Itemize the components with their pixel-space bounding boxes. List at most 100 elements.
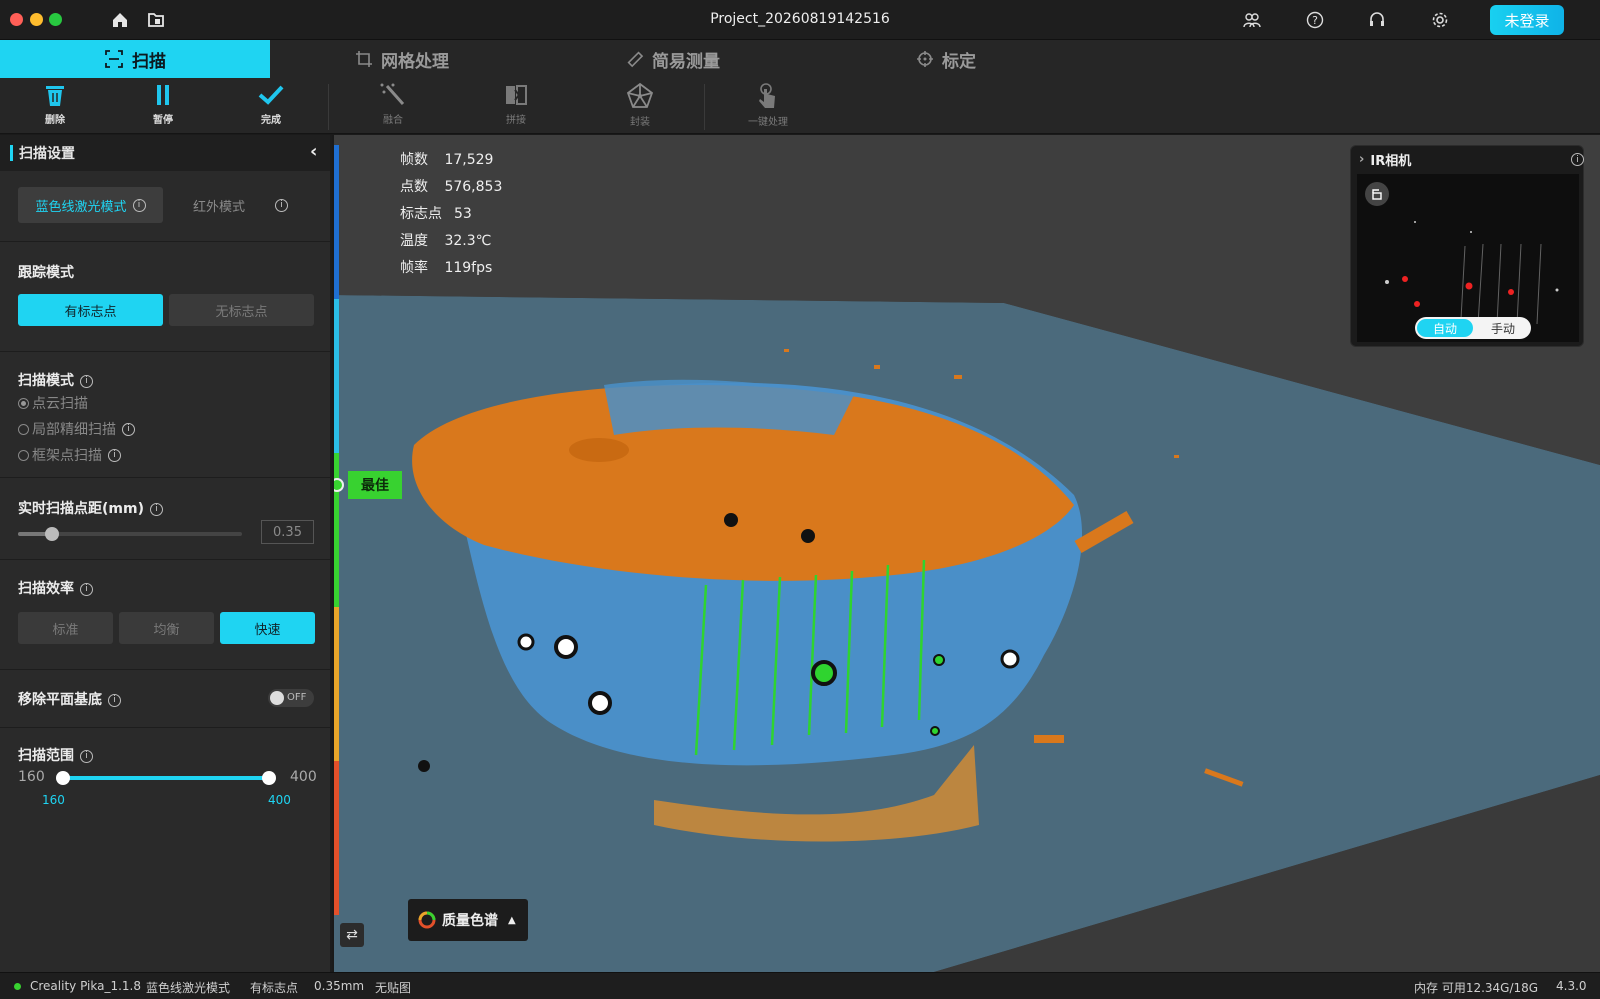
tab-measure-label: 简易测量 xyxy=(652,51,720,72)
ir-camera-feed: 自动 手动 xyxy=(1357,174,1579,342)
stat-frames-value: 17,529 xyxy=(444,152,494,168)
range-slider-track[interactable] xyxy=(62,776,270,780)
swap-arrows-icon: ⇄ xyxy=(346,927,358,943)
stat-temperature: 温度 32.3℃ xyxy=(400,228,502,255)
info-icon[interactable]: i xyxy=(149,502,163,516)
efficiency-balanced-button[interactable]: 均衡 xyxy=(119,612,214,644)
ruler-icon xyxy=(627,51,644,68)
point-distance-input[interactable]: 0.35 xyxy=(261,520,314,544)
efficiency-standard-button[interactable]: 标准 xyxy=(18,612,113,644)
info-icon[interactable]: i xyxy=(1571,153,1584,166)
stat-temperature-key: 温度 xyxy=(400,233,428,249)
tab-calibration-label: 标定 xyxy=(942,51,976,72)
info-icon[interactable]: i xyxy=(80,582,93,596)
info-icon[interactable]: i xyxy=(275,198,288,212)
stat-markers: 标志点 53 xyxy=(400,201,502,228)
encapsulate-label: 封装 xyxy=(630,117,650,128)
tracking-with-markers-button[interactable]: 有标志点 xyxy=(18,294,163,326)
info-icon[interactable]: i xyxy=(132,198,146,212)
radio-local-fine[interactable]: 局部精细扫描 i xyxy=(18,419,135,439)
ir-exposure-switch[interactable]: 自动 手动 xyxy=(1415,317,1531,339)
radio-dot xyxy=(18,397,29,409)
info-icon[interactable]: i xyxy=(122,422,135,436)
infrared-mode-label: 红外模式 xyxy=(192,199,245,215)
info-icon[interactable]: i xyxy=(80,374,93,388)
login-button[interactable]: 未登录 xyxy=(1490,5,1564,35)
panel-header: 扫描设置 ‹ xyxy=(0,135,330,171)
trash-icon xyxy=(46,86,64,106)
collapse-chevron-icon[interactable]: ‹ xyxy=(310,141,317,162)
tracking-without-markers-button[interactable]: 无标志点 xyxy=(169,294,314,326)
toolbar: 删除 暂停 完成 融合 拼接 封装 一键处理 xyxy=(0,78,1600,134)
stitch-label: 拼接 xyxy=(506,115,526,126)
radio-point-cloud[interactable]: 点云扫描 xyxy=(18,393,88,413)
info-icon[interactable]: i xyxy=(108,693,121,707)
toolbar-divider xyxy=(704,84,705,130)
ir-camera-header[interactable]: › IR相机 i xyxy=(1351,146,1584,172)
tab-mesh-processing[interactable]: 网格处理 xyxy=(355,40,449,78)
info-icon[interactable]: i xyxy=(80,749,93,763)
radio-dot xyxy=(18,449,29,461)
connection-status-dot xyxy=(14,983,21,990)
3d-viewport[interactable]: 最佳 帧数 17,529 点数 576,853 标志点 53 温度 32.3℃ 帧… xyxy=(334,135,1600,972)
expand-chevron-icon[interactable]: › xyxy=(1359,152,1364,167)
tab-scan[interactable]: 扫描 xyxy=(0,40,270,78)
radio-point-cloud-label: 点云扫描 xyxy=(32,396,88,412)
stitch-icon xyxy=(506,85,527,105)
stat-framerate: 帧率 119fps xyxy=(400,255,502,282)
point-distance-slider[interactable] xyxy=(18,527,242,541)
checkmark-icon xyxy=(258,85,284,105)
pause-button[interactable]: 暂停 xyxy=(128,82,198,132)
panel-title: 扫描设置 xyxy=(19,146,75,162)
tab-scan-label: 扫描 xyxy=(132,51,166,72)
toggle-knob xyxy=(270,691,284,705)
headset-icon[interactable] xyxy=(1367,10,1387,30)
one-click-process-button[interactable]: 一键处理 xyxy=(733,82,803,132)
ir-auto-option[interactable]: 自动 xyxy=(1417,319,1473,337)
tab-calibration[interactable]: 标定 xyxy=(916,40,976,78)
crosshair-icon xyxy=(917,51,933,67)
finish-button[interactable]: 完成 xyxy=(236,82,306,132)
scan-range-section: 扫描范围 i 160 400 160 400 xyxy=(0,727,330,837)
status-distance: 0.35mm xyxy=(314,979,365,993)
quality-best-tag: 最佳 xyxy=(348,471,402,499)
radio-frame-point[interactable]: 框架点扫描 i xyxy=(18,445,121,465)
toolbar-divider xyxy=(328,84,329,130)
delete-button[interactable]: 删除 xyxy=(20,82,90,132)
stitch-button[interactable]: 拼接 xyxy=(481,82,551,132)
status-bar: Creality Pika_1.1.8 蓝色线激光模式 有标志点 0.35mm … xyxy=(0,972,1600,999)
crop-icon xyxy=(356,51,372,67)
point-distance-title: 实时扫描点距(mm) i xyxy=(18,498,163,518)
top-boss xyxy=(569,438,629,462)
fuse-label: 融合 xyxy=(383,115,403,126)
status-texture: 无贴图 xyxy=(375,981,412,995)
help-icon[interactable]: ? xyxy=(1305,10,1325,30)
efficiency-section: 扫描效率 i 标准 均衡 快速 xyxy=(0,559,330,669)
radio-local-fine-label: 局部精细扫描 xyxy=(32,422,116,438)
swap-view-button[interactable]: ⇄ xyxy=(340,923,364,947)
range-low-handle[interactable] xyxy=(56,771,70,785)
point-distance-slider-handle[interactable] xyxy=(44,527,59,541)
ir-manual-option[interactable]: 手动 xyxy=(1475,317,1531,339)
remove-base-toggle[interactable]: OFF xyxy=(268,689,314,707)
scan-mode-section: 扫描模式 i 点云扫描 局部精细扫描 i 框架点扫描 i xyxy=(0,351,330,477)
pause-icon xyxy=(157,85,169,105)
fuse-button[interactable]: 融合 xyxy=(358,82,428,132)
toggle-state-label: OFF xyxy=(287,692,307,703)
range-high-handle[interactable] xyxy=(262,771,276,785)
remove-base-section: 移除平面基底 i OFF xyxy=(0,669,330,727)
encapsulate-button[interactable]: 封装 xyxy=(605,82,675,132)
blue-laser-mode-label: 蓝色线激光模式 xyxy=(35,199,127,215)
tab-measure[interactable]: 简易测量 xyxy=(626,40,720,78)
scan-range-title-text: 扫描范围 xyxy=(18,748,74,764)
users-icon[interactable] xyxy=(1242,10,1262,30)
blue-laser-mode-button[interactable]: 蓝色线激光模式 i xyxy=(18,187,163,223)
settings-icon[interactable] xyxy=(1430,10,1450,30)
ir-rotate-button[interactable] xyxy=(1365,182,1389,206)
title-bar: Project_20260819142516 ? 未登录 xyxy=(0,0,1600,40)
infrared-mode-button[interactable]: 红外模式 i xyxy=(168,187,313,223)
efficiency-fast-button[interactable]: 快速 xyxy=(220,612,315,644)
info-icon[interactable]: i xyxy=(108,448,121,462)
range-low-value: 160 xyxy=(42,793,65,807)
quality-colormap-button[interactable]: 质量色谱 ▲ xyxy=(408,899,528,941)
